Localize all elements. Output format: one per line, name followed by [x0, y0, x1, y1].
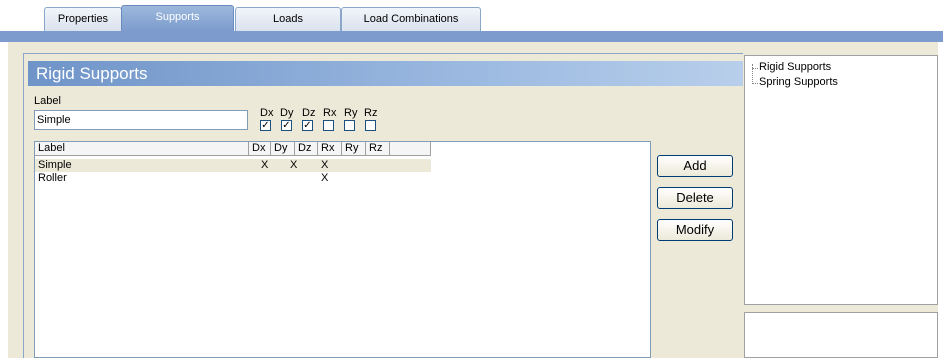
table-row[interactable]: Roller X — [35, 172, 431, 185]
tab-loads[interactable]: Loads — [235, 7, 341, 31]
supports-tree: Rigid Supports Spring Supports — [744, 55, 938, 305]
checkbox-ry[interactable] — [344, 120, 355, 131]
label-caption: Label — [34, 95, 61, 107]
checkbox-dy[interactable]: ✓ — [281, 120, 292, 131]
column-header-rz[interactable]: Rz — [366, 142, 390, 156]
column-header-blank — [390, 142, 431, 156]
checkbox-dz[interactable]: ✓ — [302, 120, 313, 131]
tab-strip-bar — [0, 31, 943, 42]
dof-label-rz: Rz — [364, 107, 378, 119]
tree-item-spring-supports[interactable]: Spring Supports — [759, 76, 838, 88]
tree-connector — [752, 83, 758, 84]
tree-connector — [752, 68, 758, 69]
column-header-dy[interactable]: Dy — [271, 142, 295, 156]
column-header-ry[interactable]: Ry — [342, 142, 366, 156]
tab-properties[interactable]: Properties — [44, 7, 122, 31]
panel-title: Rigid Supports — [28, 61, 743, 86]
row-dz: X — [321, 172, 329, 184]
tab-load-combinations[interactable]: Load Combinations — [341, 7, 481, 31]
dof-label-rx: Rx — [323, 107, 337, 119]
table-row[interactable]: Simple X X X — [35, 159, 431, 172]
dof-label-dx: Dx — [260, 107, 274, 119]
label-input[interactable] — [34, 110, 248, 130]
column-header-dz[interactable]: Dz — [295, 142, 318, 156]
tree-secondary-panel — [744, 312, 938, 358]
column-header-rx[interactable]: Rx — [318, 142, 342, 156]
column-header-dx[interactable]: Dx — [249, 142, 271, 156]
row-dz: X — [321, 159, 329, 171]
row-dy: X — [290, 159, 298, 171]
row-dx: X — [261, 159, 269, 171]
dof-label-ry: Ry — [344, 107, 358, 119]
tab-supports[interactable]: Supports — [121, 5, 234, 31]
modify-button[interactable]: Modify — [657, 219, 733, 241]
dof-label-dz: Dz — [302, 107, 316, 119]
supports-table[interactable]: Label Dx Dy Dz Rx Ry Rz Simple X X X Rol… — [34, 141, 651, 358]
delete-button[interactable]: Delete — [657, 187, 733, 209]
column-header-label[interactable]: Label — [35, 142, 249, 156]
row-label: Roller — [38, 172, 67, 184]
add-button[interactable]: Add — [657, 155, 733, 177]
checkbox-dx[interactable]: ✓ — [260, 120, 271, 131]
checkbox-rx[interactable] — [323, 120, 334, 131]
dof-label-dy: Dy — [280, 107, 294, 119]
row-label: Simple — [38, 159, 72, 171]
tree-connector — [752, 64, 753, 84]
checkbox-rz[interactable] — [365, 120, 376, 131]
tree-item-rigid-supports[interactable]: Rigid Supports — [759, 61, 831, 73]
